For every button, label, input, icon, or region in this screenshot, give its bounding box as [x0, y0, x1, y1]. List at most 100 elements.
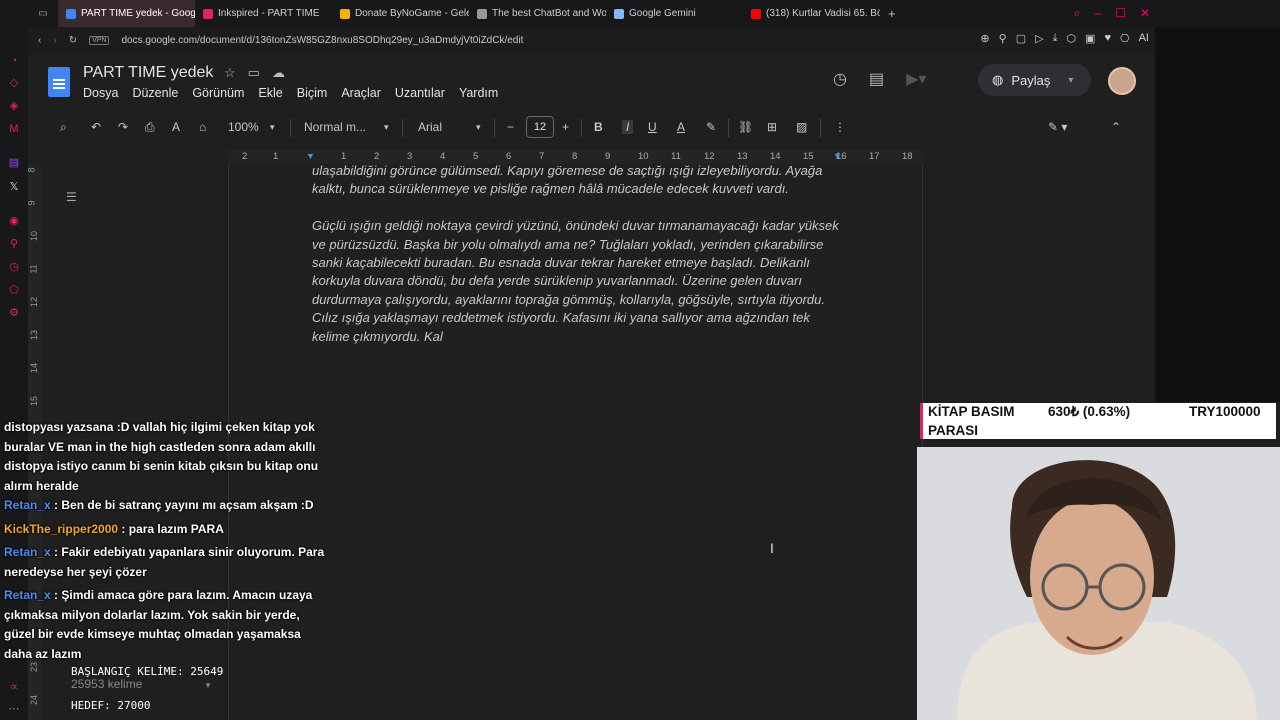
move-folder-icon[interactable]: ▭ — [248, 65, 260, 81]
browser-tab[interactable]: PART TIME yedek - Google — [58, 0, 195, 27]
redo-icon[interactable]: ↷ — [118, 120, 128, 134]
chat-text: : Şimdi amaca göre para lazım. Amacın uz… — [4, 588, 313, 661]
docs-logo-icon[interactable] — [48, 67, 70, 97]
document-body[interactable]: ulaşabildiğini görünce gülümsedi. Kapıyı… — [312, 162, 840, 364]
comments-icon[interactable]: ▤ — [869, 69, 884, 89]
snapshot-icon[interactable]: ▢ — [1016, 32, 1026, 45]
menu-item[interactable]: Dosya — [83, 86, 118, 100]
heart-icon[interactable]: ♥ — [1104, 32, 1111, 45]
link-icon[interactable]: ⛓ — [738, 120, 753, 134]
print-icon[interactable]: ⎙ — [145, 120, 155, 135]
document-paragraph[interactable]: ulaşabildiğini görünce gülümsedi. Kapıyı… — [312, 162, 840, 199]
browser-tab[interactable]: Inkspired - PART TIME — [195, 0, 332, 27]
star-icon[interactable]: ☆ — [224, 65, 236, 81]
instagram-icon[interactable]: ◈ — [8, 100, 20, 112]
forward-icon[interactable]: › — [53, 35, 56, 46]
easy-setup-icon[interactable]: ⎔ — [1120, 32, 1130, 45]
pinboard-icon[interactable]: ⚲ — [8, 238, 20, 250]
cloud-status-icon[interactable]: ☁ — [272, 65, 285, 81]
settings-icon[interactable]: ⚙ — [8, 307, 20, 319]
vertical-ruler-tick-label: 9 — [26, 200, 37, 206]
address-bar-tools: ⊕ ⚲ ▢ ▷ ⤓ ⬡ ▣ ♥ ⎔ AI — [980, 32, 1149, 45]
play-icon[interactable]: ▷ — [1035, 32, 1043, 45]
version-history-icon[interactable]: ◷ — [833, 69, 847, 89]
chevron-down-icon[interactable]: ▾ — [1068, 75, 1073, 86]
vpn-badge[interactable]: VPN — [89, 35, 110, 45]
ruler-tick-label: 18 — [902, 151, 913, 162]
zoom-icon[interactable]: ⊕ — [980, 32, 989, 45]
account-avatar[interactable] — [1108, 67, 1136, 95]
highlight-icon[interactable]: ✎ — [706, 120, 716, 134]
document-outline-icon[interactable]: ☰ — [66, 190, 77, 204]
more-options-icon[interactable]: ⋮ — [834, 120, 846, 134]
extensions-icon[interactable]: ⬡ — [1066, 32, 1076, 45]
chat-text: distopyası yazsana :D vallah hiç ilgimi … — [4, 420, 319, 492]
style-select[interactable]: Normal m... — [304, 120, 366, 134]
player-icon[interactable]: ◉ — [8, 215, 20, 227]
menu-item[interactable]: Yardım — [459, 86, 498, 100]
menu-item[interactable]: Ekle — [258, 86, 282, 100]
ellipsis-icon[interactable]: ⋯ — [8, 703, 20, 715]
search-menus-icon[interactable]: ⌕ — [60, 120, 67, 135]
menu-item[interactable]: Uzantılar — [395, 86, 445, 100]
maximize-icon[interactable]: ☐ — [1115, 6, 1126, 21]
menu-item[interactable]: Araçlar — [341, 86, 381, 100]
tab-menu-icon[interactable]: ▭ — [28, 8, 58, 19]
zoom-chevron-icon[interactable]: ▾ — [270, 122, 275, 133]
italic-icon[interactable]: I — [622, 120, 634, 134]
chatgpt-icon[interactable]: ◇ — [8, 77, 20, 89]
underline-icon[interactable]: U — [648, 120, 657, 134]
url-field[interactable]: docs.google.com/document/d/136tonZsW85GZ… — [121, 35, 523, 46]
browser-tab[interactable]: Google Gemini — [606, 0, 743, 27]
menu-item[interactable]: Görünüm — [192, 86, 244, 100]
mail-icon[interactable]: M — [8, 123, 20, 135]
share-button[interactable]: ◍ Paylaş ▾ — [978, 64, 1091, 96]
pin-icon[interactable]: ⚲ — [999, 32, 1007, 45]
right-indent-marker-icon[interactable]: ▼ — [833, 151, 842, 161]
meet-icon[interactable]: ▶▾ — [906, 69, 926, 89]
more-icon[interactable]: ∝ — [8, 681, 20, 693]
wallet-icon[interactable]: ▣ — [1085, 32, 1095, 45]
browser-tab[interactable]: (318) Kurtlar Vadisi 65. Bö — [743, 0, 880, 27]
menu-item[interactable]: Biçim — [297, 86, 328, 100]
x-icon[interactable]: 𝕏 — [8, 181, 20, 193]
ai-button[interactable]: AI — [1139, 32, 1149, 45]
document-paragraph[interactable]: Güçlü ışığın geldiği noktaya çevirdi yüz… — [312, 217, 840, 346]
text-color-icon[interactable]: A — [677, 120, 685, 134]
font-size-input[interactable]: 12 — [526, 116, 554, 138]
undo-icon[interactable]: ↶ — [91, 120, 101, 134]
browser-tab[interactable]: The best ChatBot and Wo — [469, 0, 606, 27]
increase-font-icon[interactable]: + — [562, 120, 569, 134]
back-icon[interactable]: ‹ — [38, 35, 41, 46]
spellcheck-icon[interactable]: A — [172, 120, 180, 134]
bold-icon[interactable]: B — [594, 120, 603, 134]
word-count-badge[interactable]: 25953 kelime ▾ — [71, 677, 210, 691]
zoom-select[interactable]: 100% — [228, 120, 259, 134]
editing-mode-icon[interactable]: ✎ ▾ — [1048, 120, 1067, 134]
search-tabs-icon[interactable]: ⌕ — [1074, 6, 1081, 21]
add-comment-icon[interactable]: ⊞ — [767, 120, 777, 134]
left-indent-marker-icon[interactable]: ▼ — [306, 151, 315, 161]
paint-format-icon[interactable]: ⌂ — [199, 120, 206, 134]
word-count-chevron-icon[interactable]: ▾ — [206, 680, 211, 690]
insert-image-icon[interactable]: ▨ — [796, 120, 807, 134]
close-window-icon[interactable]: ✕ — [1140, 6, 1150, 21]
document-title[interactable]: PART TIME yedek — [83, 64, 213, 82]
font-select[interactable]: Arial — [418, 120, 442, 134]
browser-tab[interactable]: Donate ByNoGame - Gele — [332, 0, 469, 27]
download-icon[interactable]: ⤓ — [1053, 32, 1058, 45]
menu-item[interactable]: Düzenle — [132, 86, 178, 100]
twitch-icon[interactable]: ▤ — [8, 157, 20, 169]
ruler-tick-label: 7 — [539, 151, 545, 162]
style-chevron-icon[interactable]: ▾ — [384, 122, 389, 133]
extensions-sidebar-icon[interactable]: ⬠ — [8, 284, 20, 296]
font-chevron-icon[interactable]: ▾ — [476, 122, 481, 133]
aria-icon[interactable]: ◔ — [8, 55, 20, 67]
hide-menus-icon[interactable]: ⌃ — [1111, 120, 1121, 134]
new-tab-button[interactable]: + — [888, 6, 896, 21]
history-icon[interactable]: ◷ — [8, 261, 20, 273]
decrease-font-icon[interactable]: − — [507, 120, 514, 134]
minimize-icon[interactable]: – — [1094, 6, 1101, 21]
target-word-count: HEDEF: 27000 — [71, 699, 151, 712]
reload-icon[interactable]: ↻ — [69, 35, 77, 46]
